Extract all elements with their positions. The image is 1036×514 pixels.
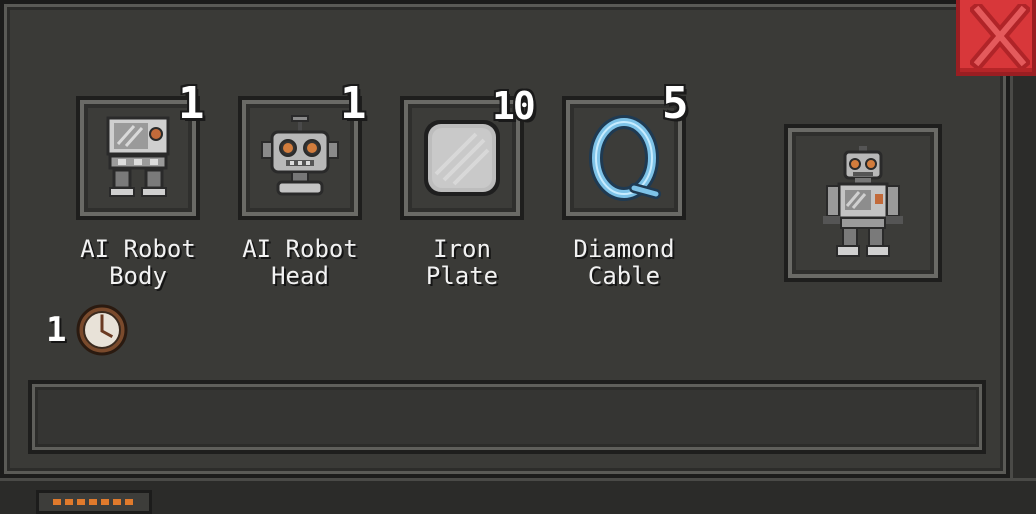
diamond-cable-icon <box>589 115 661 201</box>
ingredient-slot-iron-plate[interactable] <box>400 96 524 220</box>
bottom-frame <box>0 478 1036 514</box>
ingredient-slot-diamond-cable[interactable] <box>562 96 686 220</box>
indicator-lights <box>53 499 133 505</box>
close-button[interactable] <box>956 0 1036 76</box>
description-bar <box>28 380 986 454</box>
robot-head-icon <box>261 115 339 196</box>
indicator-light <box>77 499 85 505</box>
ingredient-label: Iron Plate <box>425 235 499 290</box>
indicator-light <box>113 499 121 505</box>
ai-robot-icon <box>823 146 903 257</box>
bottom-indicator-tab <box>36 490 152 514</box>
ingredient-slot-robot-body[interactable] <box>76 96 200 220</box>
crafting-window: 1 AI Robot Body 1 AI Robot Head 10 Iron … <box>0 0 1036 514</box>
craft-time-value: 1 <box>46 310 67 350</box>
iron-plate-icon <box>424 120 500 196</box>
robot-body-icon <box>106 116 170 197</box>
indicator-light <box>125 499 133 505</box>
ingredient-label: Diamond Cable <box>573 235 675 290</box>
ingredient-label: AI Robot Head <box>242 235 358 290</box>
indicator-light <box>89 499 97 505</box>
close-x-icon <box>970 4 1030 68</box>
result-slot-ai-robot[interactable] <box>784 124 942 282</box>
craft-time: 1 <box>46 304 128 356</box>
indicator-light <box>53 499 61 505</box>
indicator-light <box>65 499 73 505</box>
clock-icon <box>76 304 128 356</box>
ingredient-label: AI Robot Body <box>80 235 196 290</box>
indicator-light <box>101 499 109 505</box>
ingredient-slot-robot-head[interactable] <box>238 96 362 220</box>
